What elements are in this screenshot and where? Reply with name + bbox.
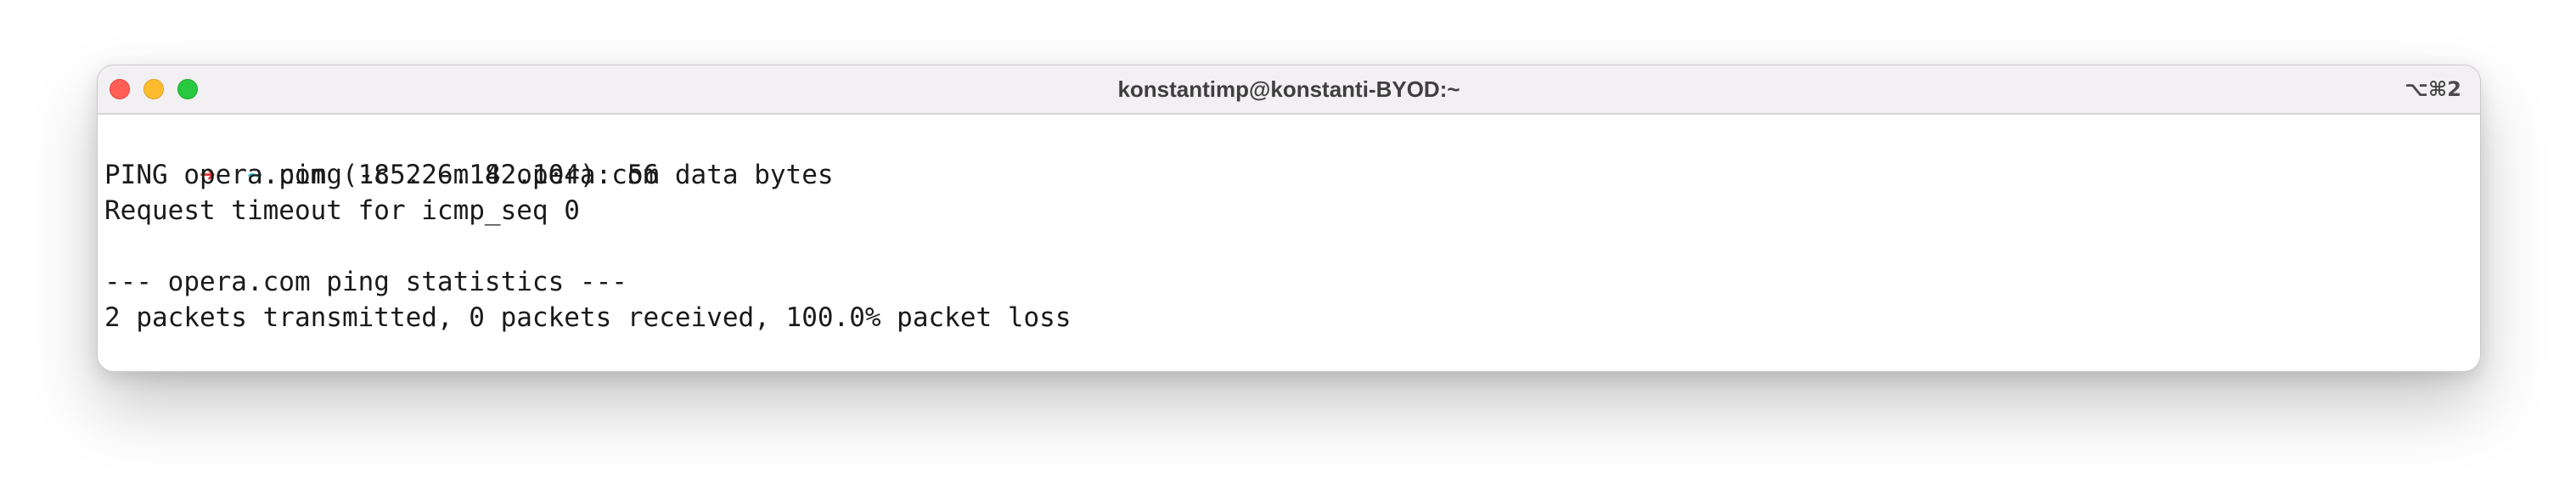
terminal-line: PING opera.com (185.26.182.104): 56 data… <box>104 160 834 190</box>
terminal-output[interactable]: ➜ ~ ping -c 2 -m 4 opera.com PING opera.… <box>104 121 2473 371</box>
title-bar[interactable]: konstantimp@konstanti-BYOD:~ ⌥⌘2 <box>98 65 2480 115</box>
terminal-line: Request timeout for icmp_seq 0 <box>104 195 580 226</box>
terminal-line: ➜ ~ <box>104 335 2473 371</box>
window-title: konstantimp@konstanti-BYOD:~ <box>1117 76 1460 102</box>
terminal-line: ➜ ~ ping -c 2 -m 4 opera.com <box>104 121 2473 190</box>
window-shortcut: ⌥⌘2 <box>2404 77 2461 101</box>
terminal-window: konstantimp@konstanti-BYOD:~ ⌥⌘2 ➜ ~ pin… <box>97 65 2481 372</box>
terminal-line: 2 packets transmitted, 0 packets receive… <box>104 302 1071 333</box>
terminal-line: --- opera.com ping statistics --- <box>104 267 627 297</box>
